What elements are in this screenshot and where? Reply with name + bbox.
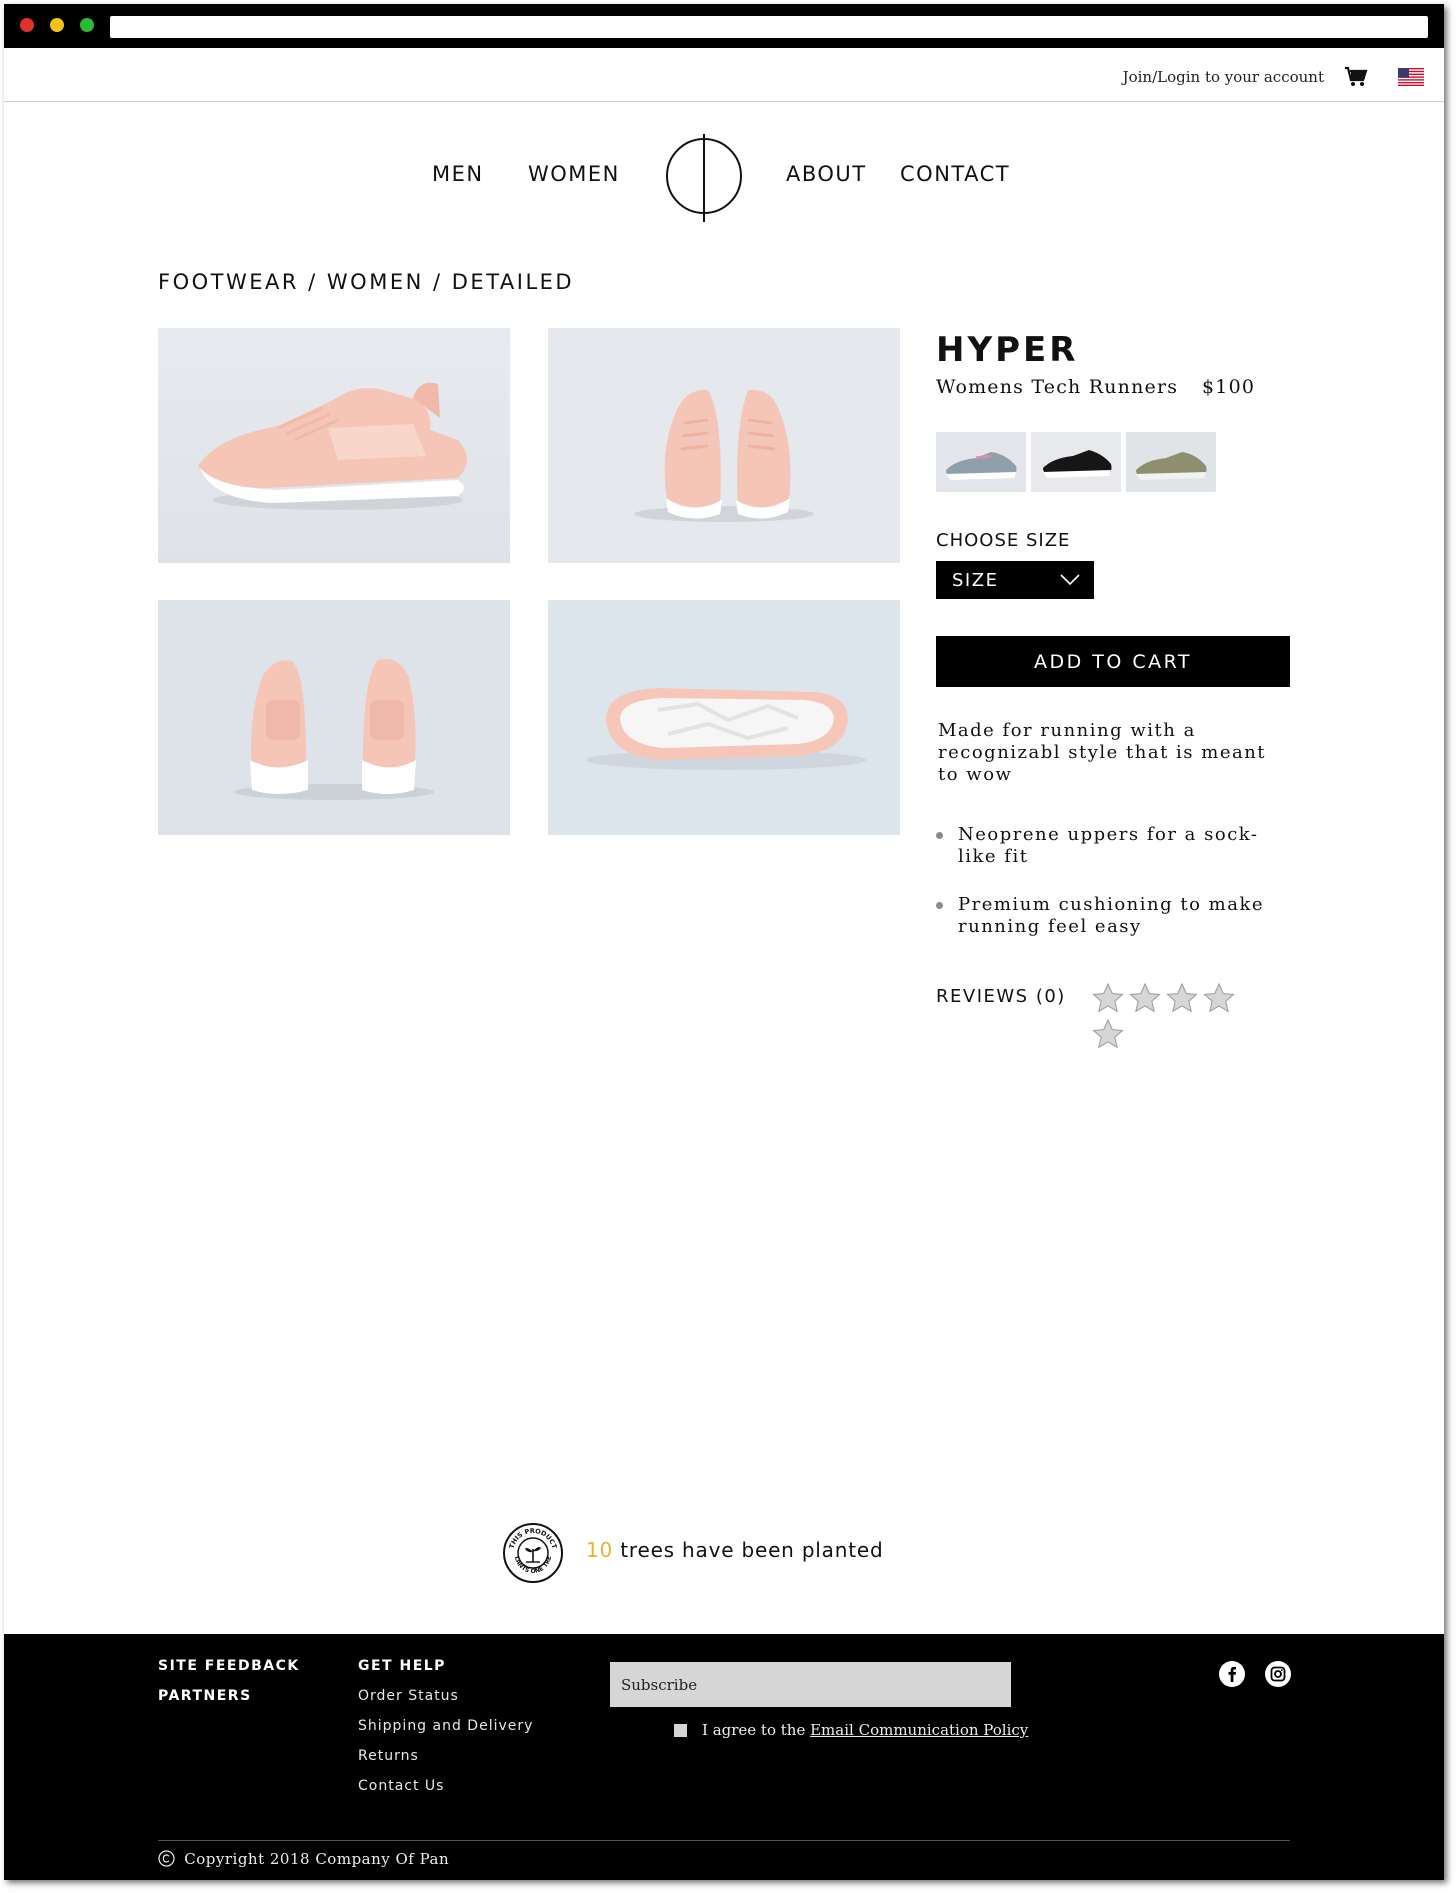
agree-checkbox[interactable]: [674, 1724, 687, 1737]
feature-text: Neoprene uppers for a sock-like fit: [958, 824, 1259, 867]
color-swatch-olive[interactable]: [1126, 432, 1216, 492]
utility-bar: Join/Login to your account: [4, 48, 1444, 102]
star-icon[interactable]: [1092, 1018, 1124, 1050]
choose-size-label: CHOOSE SIZE: [936, 530, 1071, 551]
subscribe-input[interactable]: [610, 1662, 1011, 1707]
reviews-link[interactable]: REVIEWS (0): [936, 986, 1066, 1007]
address-bar[interactable]: [110, 16, 1428, 38]
site-footer: SITE FEEDBACK PARTNERS GET HELP Order St…: [4, 1634, 1444, 1880]
footer-divider: [158, 1840, 1290, 1841]
star-icon[interactable]: [1092, 982, 1124, 1014]
feature-item: Neoprene uppers for a sock-like fit: [936, 824, 1296, 868]
star-icon[interactable]: [1203, 982, 1235, 1014]
nav-item-contact[interactable]: CONTACT: [900, 162, 1010, 186]
product-title: HYPER: [936, 330, 1079, 370]
footer-shipping-delivery[interactable]: Shipping and Delivery: [358, 1718, 533, 1734]
product-image-sole[interactable]: [548, 600, 900, 835]
copyright-text: Copyright 2018 Company Of Pan: [158, 1850, 449, 1868]
nav-item-women[interactable]: WOMEN: [528, 162, 620, 186]
breadcrumb-women[interactable]: WOMEN: [327, 270, 424, 294]
close-window-button[interactable]: [20, 18, 34, 32]
copyright-icon: [158, 1850, 175, 1867]
copyright-label: Copyright 2018 Company Of Pan: [184, 1850, 450, 1868]
trees-planted-text: 10 trees have been planted: [586, 1538, 883, 1562]
nav-item-men[interactable]: MEN: [432, 162, 484, 186]
feature-item: Premium cushioning to make running feel …: [936, 894, 1296, 938]
breadcrumb-detailed: DETAILED: [451, 270, 575, 294]
product-image-side[interactable]: [158, 328, 510, 563]
brand-logo-icon[interactable]: [664, 132, 744, 224]
size-dropdown[interactable]: SIZE: [936, 561, 1094, 599]
browser-chrome: [4, 4, 1444, 48]
tree-badge-icon: THIS PRODUCT PLANTS ONE TREE: [502, 1522, 563, 1583]
footer-contact-us[interactable]: Contact Us: [358, 1778, 444, 1794]
chevron-down-icon: [1060, 574, 1080, 586]
bullet-icon: [936, 832, 943, 839]
breadcrumb-separator: /: [308, 270, 318, 294]
feature-text: Premium cushioning to make running feel …: [958, 894, 1265, 937]
size-dropdown-value: SIZE: [952, 570, 999, 591]
product-image-front[interactable]: [548, 328, 900, 563]
login-link[interactable]: Join/Login to your account: [1123, 68, 1324, 86]
breadcrumb-separator: /: [433, 270, 443, 294]
cart-icon[interactable]: [1344, 66, 1368, 88]
product-description: Made for running with a recognizabl styl…: [938, 720, 1267, 785]
star-rating[interactable]: [1092, 982, 1252, 1049]
email-policy-link[interactable]: Email Communication Policy: [810, 1721, 1028, 1739]
agree-prefix: I agree to the: [702, 1721, 806, 1739]
maximize-window-button[interactable]: [80, 18, 94, 32]
product-image-back[interactable]: [158, 600, 510, 835]
browser-window: Join/Login to your account MEN WOMEN ABO…: [4, 4, 1444, 1880]
footer-get-help-heading: GET HELP: [358, 1658, 446, 1674]
footer-order-status[interactable]: Order Status: [358, 1688, 459, 1704]
color-swatch-black[interactable]: [1031, 432, 1121, 492]
agree-text: I agree to the Email Communication Polic…: [702, 1721, 1028, 1739]
breadcrumb-footwear[interactable]: FOOTWEAR: [158, 270, 299, 294]
product-subtitle: Womens Tech Runners: [936, 376, 1179, 398]
product-price: $100: [1202, 376, 1256, 398]
star-icon[interactable]: [1129, 982, 1161, 1014]
instagram-icon[interactable]: [1264, 1660, 1292, 1688]
footer-partners[interactable]: PARTNERS: [158, 1688, 252, 1704]
bullet-icon: [936, 902, 943, 909]
trees-count: 10: [586, 1538, 614, 1562]
star-icon[interactable]: [1166, 982, 1198, 1014]
facebook-icon[interactable]: [1218, 1660, 1246, 1688]
breadcrumb: FOOTWEAR / WOMEN / DETAILED: [158, 270, 574, 294]
footer-site-feedback[interactable]: SITE FEEDBACK: [158, 1658, 300, 1674]
main-nav: MEN WOMEN ABOUT CONTACT: [4, 132, 1444, 222]
footer-returns[interactable]: Returns: [358, 1748, 419, 1764]
trees-label: trees have been planted: [620, 1538, 884, 1562]
nav-item-about[interactable]: ABOUT: [786, 162, 867, 186]
minimize-window-button[interactable]: [50, 18, 64, 32]
us-flag-icon[interactable]: [1398, 68, 1424, 86]
color-swatch-grey-pink[interactable]: [936, 432, 1026, 492]
add-to-cart-button[interactable]: ADD TO CART: [936, 636, 1290, 687]
